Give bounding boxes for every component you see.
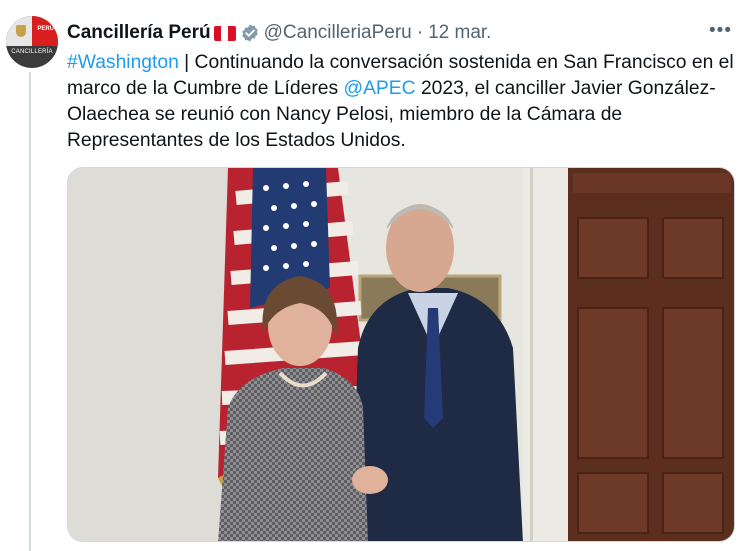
coat-of-arms-icon	[16, 25, 26, 37]
hashtag-link[interactable]: #Washington	[67, 52, 179, 73]
avatar[interactable]: PERÚ CANCILLERÍA	[6, 16, 58, 68]
tweet-header: Cancillería Perú @CancilleriaPeru · 12 m…	[67, 20, 742, 46]
thread-line	[29, 72, 31, 551]
mention-link[interactable]: @APEC	[344, 78, 416, 99]
tweet-photo[interactable]	[67, 167, 735, 542]
avatar-column: PERÚ CANCILLERÍA	[6, 16, 58, 68]
verified-badge-icon[interactable]	[240, 23, 260, 43]
more-options-icon[interactable]: •••	[709, 20, 732, 42]
tweet-text: #Washington | Continuando la conversació…	[67, 50, 742, 154]
separator-dot: ·	[416, 22, 424, 43]
avatar-peru-text: PERÚ	[37, 26, 54, 32]
photo-image	[68, 168, 734, 541]
timestamp[interactable]: 12 mar.	[428, 22, 491, 44]
display-name[interactable]: Cancillería Perú	[67, 22, 211, 44]
avatar-label: CANCILLERÍA	[11, 49, 53, 55]
user-handle[interactable]: @CancilleriaPeru	[264, 22, 412, 44]
tweet[interactable]: PERÚ CANCILLERÍA Cancillería Perú @Canci…	[0, 0, 750, 551]
peru-flag-icon	[213, 25, 236, 41]
